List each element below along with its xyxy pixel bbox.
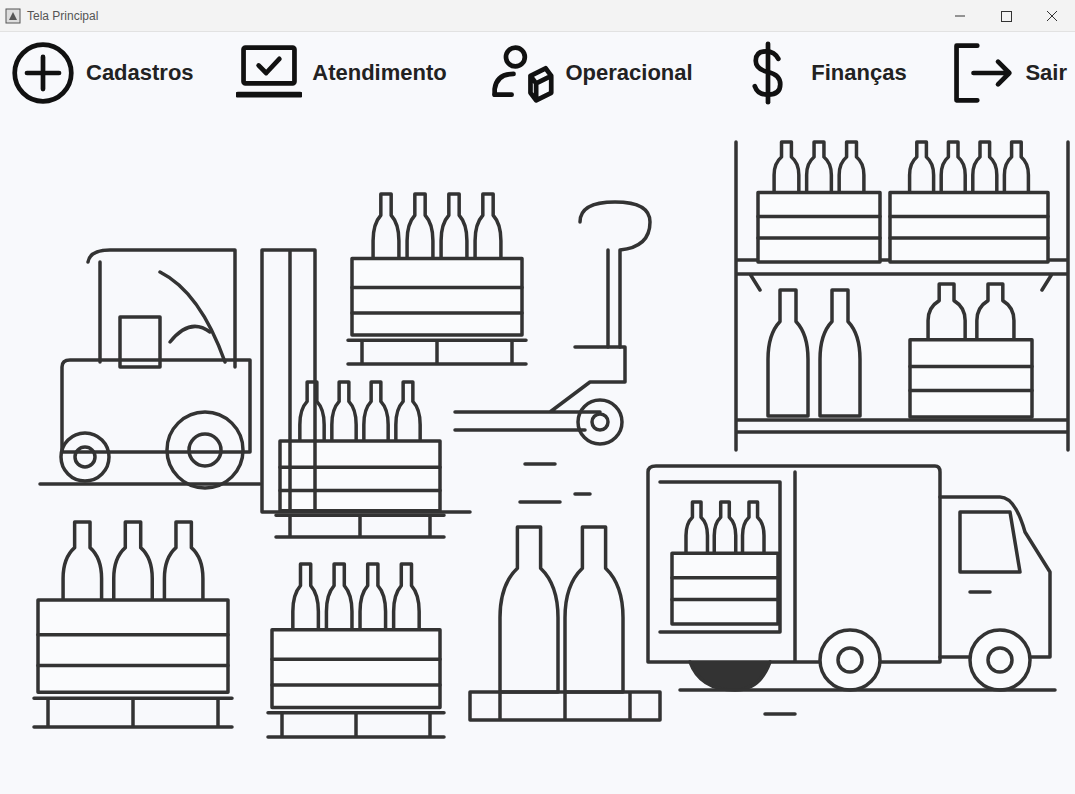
menu-button[interactable]: Cadastros: [10, 40, 194, 106]
menu-label: Operacional: [565, 60, 692, 86]
bottle: [820, 290, 860, 416]
menu-label: Finanças: [811, 60, 906, 86]
shelf: [736, 142, 1068, 450]
window-title: Tela Principal: [27, 9, 98, 23]
dollar-icon: [735, 40, 801, 106]
bottle-crate: [758, 142, 880, 262]
motion-lines: [520, 464, 590, 502]
close-icon[interactable]: [1029, 1, 1075, 31]
menu-button[interactable]: Finanças: [735, 40, 906, 106]
bottles-on-pallet: [470, 527, 660, 720]
menu-label: Sair: [1025, 60, 1067, 86]
maximize-icon[interactable]: [983, 1, 1029, 31]
bottle-crate: [348, 194, 526, 364]
menu-button[interactable]: Operacional: [489, 40, 692, 106]
bottle-crate: [910, 284, 1032, 417]
bottle-crate: [890, 142, 1048, 262]
menu-label: Atendimento: [312, 60, 446, 86]
laptop-check-icon: [236, 40, 302, 106]
menu-button[interactable]: Atendimento: [236, 40, 446, 106]
add-icon: [10, 40, 76, 106]
bottle-crate: [268, 564, 444, 737]
title-bar: Tela Principal: [0, 0, 1075, 32]
menu-button[interactable]: Sair: [949, 40, 1067, 106]
bottle: [768, 290, 808, 416]
main-menu: Cadastros Atendimento Operacional Finanç…: [0, 32, 1075, 106]
person-box-icon: [489, 40, 555, 106]
main-window: Tela Principal Cadastros Atendimento Ope…: [0, 0, 1075, 794]
java-app-icon: [5, 8, 21, 24]
warehouse-illustration: [0, 102, 1075, 766]
bottle-crate: [34, 522, 232, 727]
menu-label: Cadastros: [86, 60, 194, 86]
forklift: [40, 250, 470, 512]
bottle-crate: [672, 502, 778, 624]
pallet-jack: [455, 202, 650, 444]
minimize-icon[interactable]: [937, 1, 983, 31]
delivery-truck: [648, 466, 1055, 714]
content-area: Cadastros Atendimento Operacional Finanç…: [0, 32, 1075, 794]
exit-icon: [949, 40, 1015, 106]
